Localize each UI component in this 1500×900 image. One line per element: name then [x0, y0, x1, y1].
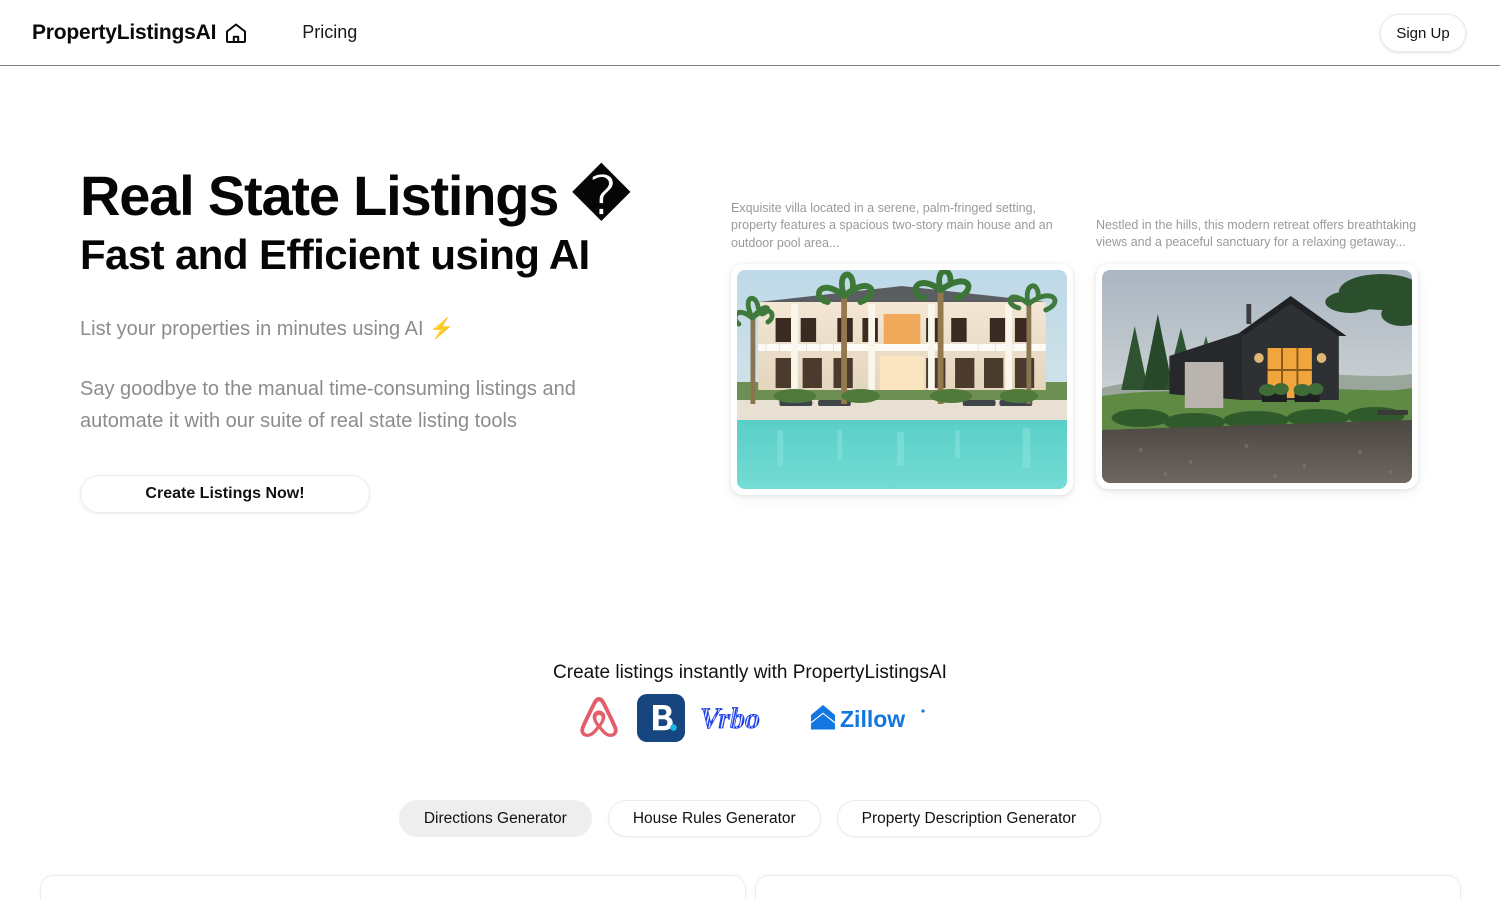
hero-section: Real State Listings � Fast and Efficient… [80, 164, 680, 514]
booking-logo [636, 694, 685, 742]
luxury-villa-with-pool-photo [737, 269, 1067, 489]
vrbo-logo: Vrbo [699, 700, 795, 736]
tab-property-description-generator[interactable]: Property Description Generator [836, 800, 1102, 837]
top-navigation-bar: PropertyListingsAI Pricing Sign Up [0, 0, 1500, 66]
integrations-section: Create listings instantly with PropertyL… [0, 662, 1500, 743]
listing-card[interactable]: Nestled in the hills, this modern retrea… [1096, 217, 1418, 489]
hero-description: Say goodbye to the manual time-consuming… [80, 378, 576, 433]
brand-name: PropertyListingsAI [32, 20, 217, 44]
svg-text:Vrbo: Vrbo [700, 702, 760, 735]
zillow-logo: Zillow [809, 703, 926, 733]
generator-output-panel[interactable] [755, 875, 1461, 900]
integrations-logo-row: Vrbo Zillow [0, 693, 1500, 743]
listing-card-caption: Nestled in the hills, this modern retrea… [1096, 218, 1417, 250]
listing-card-image-frame [1096, 263, 1418, 489]
listing-card-image-frame [731, 263, 1073, 495]
tab-directions-generator[interactable]: Directions Generator [398, 800, 592, 837]
generator-form-panel[interactable] [40, 875, 746, 900]
listing-card[interactable]: Exquisite villa located in a serene, pal… [731, 200, 1073, 495]
hero-tagline: List your properties in minutes using AI… [80, 318, 454, 341]
listing-card-caption: Exquisite villa located in a serene, pal… [731, 201, 1053, 250]
home-icon [224, 21, 248, 45]
create-listings-button[interactable]: Create Listings Now! [80, 475, 370, 514]
page-subtitle: Fast and Efficient using AI [80, 231, 590, 279]
svg-text:Zillow: Zillow [840, 706, 905, 732]
brand-logo[interactable]: PropertyListingsAI [32, 21, 248, 45]
integrations-heading: Create listings instantly with PropertyL… [553, 662, 947, 683]
generator-tab-bar: Directions Generator House Rules Generat… [0, 800, 1500, 837]
sign-up-button[interactable]: Sign Up [1380, 14, 1466, 52]
nav-item-pricing[interactable]: Pricing [302, 22, 357, 43]
page-title: Real State Listings � [80, 164, 630, 227]
modern-hillside-cabin-photo [1102, 269, 1412, 483]
tab-house-rules-generator[interactable]: House Rules Generator [607, 800, 821, 837]
airbnb-logo [575, 693, 623, 743]
